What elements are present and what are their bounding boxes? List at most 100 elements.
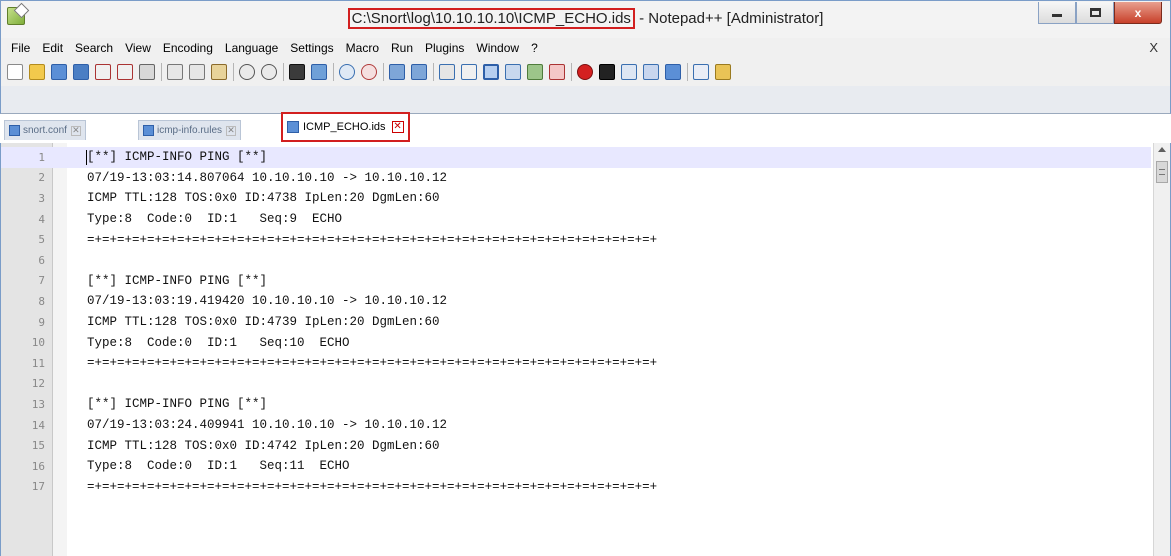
run-macro-multiple-icon[interactable] — [643, 64, 659, 80]
document-map-icon[interactable] — [527, 64, 543, 80]
scroll-up-arrow-icon[interactable] — [1158, 147, 1166, 152]
file-saved-icon — [143, 125, 154, 136]
text-editor[interactable]: 1 [**] ICMP-INFO PING [**] 2 07/19-13:03… — [0, 143, 1171, 556]
folder-workspace-icon[interactable] — [715, 64, 731, 80]
sync-vertical-icon[interactable] — [389, 64, 405, 80]
editor-line[interactable]: 1 [**] ICMP-INFO PING [**] — [1, 147, 1151, 168]
new-file-icon[interactable] — [7, 64, 23, 80]
line-text[interactable]: =+=+=+=+=+=+=+=+=+=+=+=+=+=+=+=+=+=+=+=+… — [87, 356, 657, 370]
toolbar-separator — [233, 63, 234, 81]
editor-line[interactable]: 15 ICMP TTL:128 TOS:0x0 ID:4742 IpLen:20… — [1, 435, 1151, 456]
menu-run[interactable]: Run — [385, 41, 419, 55]
line-text[interactable]: 07/19-13:03:19.419420 10.10.10.10 -> 10.… — [87, 294, 447, 308]
cut-icon[interactable] — [167, 64, 183, 80]
document-tab-bar — [0, 86, 1171, 114]
line-text[interactable]: Type:8 Code:0 ID:1 Seq:10 ECHO — [87, 336, 350, 350]
editor-line[interactable]: 6 — [1, 250, 1151, 271]
close-all-icon[interactable] — [117, 64, 133, 80]
close-file-icon[interactable] — [95, 64, 111, 80]
line-text[interactable]: ICMP TTL:128 TOS:0x0 ID:4739 IpLen:20 Dg… — [87, 315, 440, 329]
line-text[interactable]: ICMP TTL:128 TOS:0x0 ID:4742 IpLen:20 Dg… — [87, 439, 440, 453]
editor-line[interactable]: 8 07/19-13:03:19.419420 10.10.10.10 -> 1… — [1, 291, 1151, 312]
language-udl-icon[interactable] — [505, 64, 521, 80]
redo-icon[interactable] — [261, 64, 277, 80]
undo-icon[interactable] — [239, 64, 255, 80]
tab-snort-conf[interactable]: snort.conf ✕ — [4, 120, 86, 140]
line-text[interactable]: 07/19-13:03:14.807064 10.10.10.10 -> 10.… — [87, 171, 447, 185]
close-window-button[interactable]: x — [1114, 2, 1162, 24]
menu-file[interactable]: File — [5, 41, 36, 55]
menu-plugins[interactable]: Plugins — [419, 41, 470, 55]
text-caret — [86, 150, 87, 165]
spell-check-icon[interactable] — [693, 64, 709, 80]
record-macro-icon[interactable] — [577, 64, 593, 80]
sync-horizontal-icon[interactable] — [411, 64, 427, 80]
scrollbar-thumb[interactable] — [1156, 161, 1168, 183]
line-text[interactable]: ICMP TTL:128 TOS:0x0 ID:4738 IpLen:20 Dg… — [87, 191, 440, 205]
line-text[interactable]: =+=+=+=+=+=+=+=+=+=+=+=+=+=+=+=+=+=+=+=+… — [87, 233, 657, 247]
editor-line[interactable]: 5 =+=+=+=+=+=+=+=+=+=+=+=+=+=+=+=+=+=+=+… — [1, 229, 1151, 250]
editor-line[interactable]: 3 ICMP TTL:128 TOS:0x0 ID:4738 IpLen:20 … — [1, 188, 1151, 209]
editor-line[interactable]: 4 Type:8 Code:0 ID:1 Seq:9 ECHO — [1, 209, 1151, 230]
editor-line[interactable]: 10 Type:8 Code:0 ID:1 Seq:10 ECHO — [1, 332, 1151, 353]
menu-help[interactable]: ? — [525, 41, 544, 55]
menu-settings[interactable]: Settings — [284, 41, 339, 55]
line-text[interactable]: [**] ICMP-INFO PING [**] — [87, 397, 267, 411]
editor-line[interactable]: 7 [**] ICMP-INFO PING [**] — [1, 271, 1151, 292]
toolbar-separator — [571, 63, 572, 81]
line-text[interactable]: Type:8 Code:0 ID:1 Seq:11 ECHO — [87, 459, 350, 473]
editor-line[interactable]: 2 07/19-13:03:14.807064 10.10.10.10 -> 1… — [1, 168, 1151, 189]
indent-guide-icon[interactable] — [483, 64, 499, 80]
editor-line[interactable]: 9 ICMP TTL:128 TOS:0x0 ID:4739 IpLen:20 … — [1, 312, 1151, 333]
save-macro-icon[interactable] — [665, 64, 681, 80]
menu-window[interactable]: Window — [470, 41, 525, 55]
editor-line[interactable]: 16 Type:8 Code:0 ID:1 Seq:11 ECHO — [1, 456, 1151, 477]
line-text[interactable]: =+=+=+=+=+=+=+=+=+=+=+=+=+=+=+=+=+=+=+=+… — [87, 480, 657, 494]
copy-icon[interactable] — [189, 64, 205, 80]
menu-view[interactable]: View — [119, 41, 157, 55]
maximize-button[interactable] — [1076, 2, 1114, 24]
editor-line[interactable]: 11 =+=+=+=+=+=+=+=+=+=+=+=+=+=+=+=+=+=+=… — [1, 353, 1151, 374]
menu-language[interactable]: Language — [219, 41, 284, 55]
menu-search[interactable]: Search — [69, 41, 119, 55]
function-list-icon[interactable] — [549, 64, 565, 80]
line-text[interactable]: Type:8 Code:0 ID:1 Seq:9 ECHO — [87, 212, 342, 226]
line-text[interactable]: [**] ICMP-INFO PING [**] — [87, 274, 267, 288]
find-icon[interactable] — [289, 64, 305, 80]
zoom-out-icon[interactable] — [361, 64, 377, 80]
close-tab-icon[interactable]: ✕ — [70, 125, 81, 136]
save-icon[interactable] — [51, 64, 67, 80]
line-number: 16 — [31, 459, 45, 473]
print-icon[interactable] — [139, 64, 155, 80]
menu-encoding[interactable]: Encoding — [157, 41, 219, 55]
stop-recording-icon[interactable] — [599, 64, 615, 80]
close-tab-icon[interactable]: ✕ — [226, 125, 237, 136]
line-text[interactable]: [**] ICMP-INFO PING [**] — [87, 150, 267, 164]
replace-icon[interactable] — [311, 64, 327, 80]
line-number: 2 — [38, 171, 45, 185]
word-wrap-icon[interactable] — [439, 64, 455, 80]
editor-line[interactable]: 12 — [1, 374, 1151, 395]
tab-icmp-echo-ids[interactable]: ICMP_ECHO.ids ✕ — [281, 112, 410, 142]
title-bar[interactable]: C:\Snort\log\10.10.10.10\ICMP_ECHO.ids -… — [0, 0, 1171, 38]
menu-edit[interactable]: Edit — [36, 41, 69, 55]
close-tab-icon[interactable]: ✕ — [391, 121, 404, 133]
editor-line[interactable]: 17 =+=+=+=+=+=+=+=+=+=+=+=+=+=+=+=+=+=+=… — [1, 477, 1151, 498]
show-all-characters-icon[interactable] — [461, 64, 477, 80]
vertical-scrollbar[interactable] — [1153, 143, 1170, 556]
minimize-button[interactable] — [1038, 2, 1076, 24]
open-file-icon[interactable] — [29, 64, 45, 80]
close-document-button[interactable]: X — [1149, 40, 1158, 55]
menu-macro[interactable]: Macro — [340, 41, 385, 55]
save-all-icon[interactable] — [73, 64, 89, 80]
maximize-icon — [1089, 8, 1101, 17]
editor-line[interactable]: 14 07/19-13:03:24.409941 10.10.10.10 -> … — [1, 415, 1151, 436]
paste-icon[interactable] — [211, 64, 227, 80]
line-text[interactable]: 07/19-13:03:24.409941 10.10.10.10 -> 10.… — [87, 418, 447, 432]
playback-macro-icon[interactable] — [621, 64, 637, 80]
tab-icmp-info-rules[interactable]: icmp-info.rules ✕ — [138, 120, 242, 140]
zoom-in-icon[interactable] — [339, 64, 355, 80]
editor-line[interactable]: 13 [**] ICMP-INFO PING [**] — [1, 394, 1151, 415]
toolbar — [0, 58, 1171, 86]
tab-label: ICMP_ECHO.ids — [303, 121, 386, 133]
